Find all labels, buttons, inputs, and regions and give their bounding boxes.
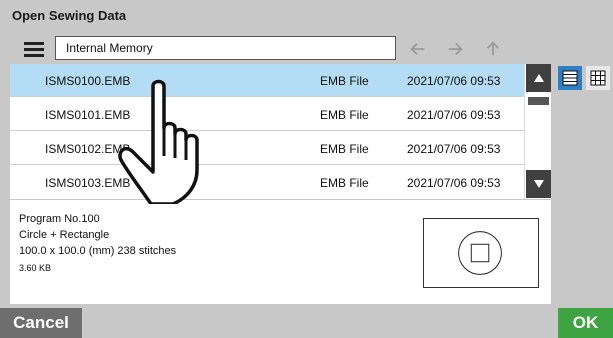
bottom-bar: Cancel OK: [0, 308, 613, 338]
design-preview: [423, 218, 539, 288]
arrow-right-icon: [448, 42, 463, 56]
forward-button[interactable]: [440, 36, 470, 62]
back-button[interactable]: [403, 36, 433, 62]
toolbar: Internal Memory: [10, 34, 550, 64]
file-type: EMB File: [320, 108, 369, 122]
location-field[interactable]: Internal Memory: [55, 36, 396, 60]
scroll-thumb[interactable]: [528, 97, 549, 105]
cancel-button[interactable]: Cancel: [0, 308, 82, 338]
grid-view-button[interactable]: [586, 66, 610, 90]
grid-view-icon: [590, 70, 606, 86]
file-row-selected[interactable]: ISMS0100.EMB EMB File 2021/07/06 09:53: [10, 64, 524, 97]
hamburger-menu-icon: [24, 41, 44, 45]
hamburger-menu-icon-bar: [24, 53, 44, 57]
scroll-down-button[interactable]: [526, 170, 551, 198]
scrollbar[interactable]: [524, 64, 551, 199]
dialog-title: Open Sewing Data: [12, 8, 127, 23]
file-name: ISMS0100.EMB: [45, 74, 131, 88]
file-details: Program No.100 Circle + Rectangle 100.0 …: [10, 200, 551, 304]
ok-button[interactable]: OK: [558, 308, 613, 338]
file-date: 2021/07/06 09:53: [407, 142, 501, 156]
file-row[interactable]: ISMS0101.EMB EMB File 2021/07/06 09:53: [10, 98, 524, 131]
arrow-up-icon: [486, 41, 500, 56]
circle-rectangle-preview-icon: [458, 231, 502, 275]
file-name: ISMS0101.EMB: [45, 108, 131, 122]
file-date: 2021/07/06 09:53: [407, 176, 501, 190]
title-bar: Open Sewing Data: [0, 0, 613, 30]
hamburger-menu-icon-bar: [24, 47, 44, 51]
file-list: ISMS0100.EMB EMB File 2021/07/06 09:53 I…: [10, 64, 551, 199]
list-view-button[interactable]: [558, 66, 582, 90]
design-name: Circle + Rectangle: [19, 229, 110, 241]
scroll-up-button[interactable]: [526, 64, 551, 92]
file-date: 2021/07/06 09:53: [407, 108, 501, 122]
file-type: EMB File: [320, 176, 369, 190]
triangle-up-icon: [533, 74, 544, 82]
triangle-down-icon: [533, 180, 544, 188]
file-type: EMB File: [320, 142, 369, 156]
file-row[interactable]: ISMS0103.EMB EMB File 2021/07/06 09:53: [10, 166, 524, 199]
file-type: EMB File: [320, 74, 369, 88]
design-dimensions: 100.0 x 100.0 (mm) 238 stitches: [19, 245, 177, 257]
file-size: 3.60 KB: [19, 263, 52, 273]
up-button[interactable]: [478, 36, 508, 62]
file-name: ISMS0102.EMB: [45, 142, 131, 156]
list-view-icon: [562, 70, 578, 86]
program-number: Program No.100: [19, 213, 100, 225]
arrow-left-icon: [410, 42, 425, 56]
file-name: ISMS0103.EMB: [45, 176, 131, 190]
menu-button[interactable]: [12, 37, 56, 61]
file-row[interactable]: ISMS0102.EMB EMB File 2021/07/06 09:53: [10, 132, 524, 165]
file-date: 2021/07/06 09:53: [407, 74, 501, 88]
